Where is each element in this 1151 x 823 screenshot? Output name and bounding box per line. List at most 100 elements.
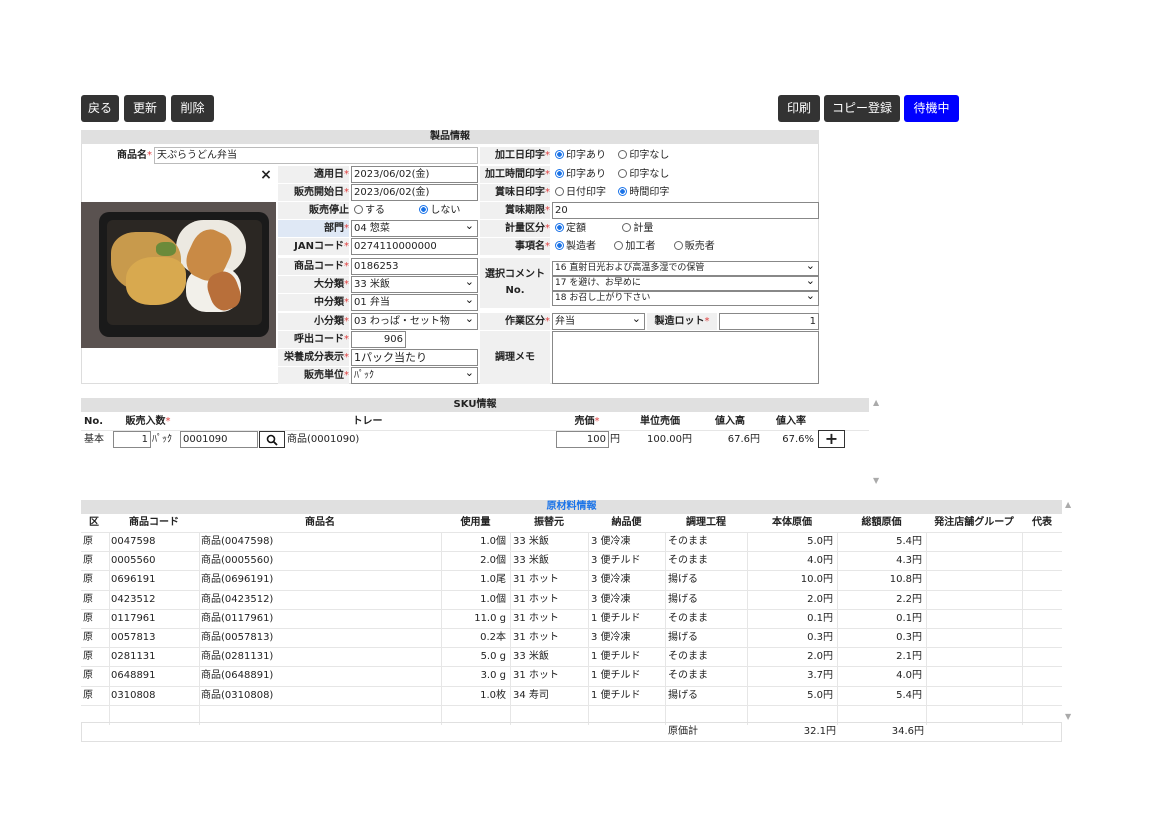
sale-stop-radio-group[interactable]: する しない: [354, 202, 460, 219]
item-maker-label: 製造者: [566, 241, 596, 252]
best-before-time-radio[interactable]: [618, 187, 628, 196]
sku-tray-code-input[interactable]: 0001090: [180, 431, 258, 448]
weigh-type-label: 計量区分*: [480, 220, 550, 237]
sale-stop-no-label: しない: [430, 205, 461, 216]
comment-select-3[interactable]: 18 お召し上がり下さい: [552, 291, 819, 306]
table-cell: 原: [83, 574, 93, 585]
sku-row-no: 基本: [84, 434, 104, 445]
table-cell: 1.0尾: [480, 574, 506, 585]
materials-header-cell: 商品名: [305, 517, 335, 528]
call-code-input[interactable]: 906: [351, 331, 406, 348]
materials-header-cell: 区: [89, 517, 99, 528]
best-before-radio-group[interactable]: 日付印字 時間印字: [555, 184, 669, 201]
proc-date-no-radio[interactable]: [618, 150, 628, 159]
item-name-radio-group[interactable]: 製造者 加工者 販売者: [555, 238, 715, 255]
nutrition-label: 栄養成分表示*: [278, 349, 349, 366]
jan-input[interactable]: 0274110000000: [351, 238, 478, 255]
table-cell: 3 便冷凍: [591, 594, 631, 605]
proc-date-yes-radio[interactable]: [555, 150, 564, 159]
work-type-label: 作業区分*: [480, 313, 550, 330]
product-name-input[interactable]: 天ぷらうどん弁当: [154, 147, 478, 164]
table-cell: 33 米飯: [513, 555, 549, 566]
table-cell: 5.0円: [807, 536, 833, 547]
sku-header-qty: 販売入数*: [125, 416, 171, 427]
sale-start-input[interactable]: 2023/06/02(金): [351, 184, 478, 201]
sku-price-unit: 円: [610, 434, 620, 445]
item-maker-radio[interactable]: [555, 241, 564, 250]
print-button[interactable]: 印刷: [778, 95, 820, 122]
materials-header-cell: 商品コード: [129, 517, 179, 528]
comment-select-2[interactable]: 17 を避け、お早めに: [552, 276, 819, 291]
table-cell: 1.0個: [480, 536, 506, 547]
copy-register-button[interactable]: コピー登録: [824, 95, 900, 122]
cost-base-total: 32.1円: [803, 726, 836, 737]
table-cell: 10.8円: [889, 574, 922, 585]
proc-time-yes-label: 印字あり: [566, 169, 606, 180]
major-class-select[interactable]: 33 米飯: [351, 276, 478, 293]
best-before-label: 賞味日印字*: [480, 184, 550, 201]
sku-tray-name: 商品(0001090): [287, 434, 360, 445]
middle-class-select[interactable]: 01 弁当: [351, 294, 478, 311]
sale-unit-label: 販売単位*: [278, 367, 349, 384]
sku-qty-input[interactable]: 1: [113, 431, 151, 448]
back-button[interactable]: 戻る: [81, 95, 119, 122]
proc-time-no-radio[interactable]: [618, 169, 628, 178]
table-cell: 1.0枚: [480, 690, 506, 701]
nutrition-input[interactable]: 1パック当たり: [351, 349, 478, 366]
cost-gross-total: 34.6円: [891, 726, 924, 737]
shelf-life-input[interactable]: 20: [552, 202, 819, 219]
proc-time-yes-radio[interactable]: [555, 169, 564, 178]
sku-scroll-up-icon[interactable]: ▲: [873, 398, 879, 407]
weigh-measure-radio[interactable]: [622, 223, 632, 232]
weigh-type-radio-group[interactable]: 定額 計量: [555, 220, 653, 237]
table-cell: 商品(0005560): [201, 555, 274, 566]
sku-markup-amt: 67.6円: [727, 434, 760, 445]
table-cell: 4.0円: [896, 670, 922, 681]
materials-scroll-up-icon[interactable]: ▲: [1065, 500, 1071, 509]
materials-header-cell: 使用量: [460, 517, 491, 528]
table-cell: 2.1円: [896, 651, 922, 662]
work-type-select[interactable]: 弁当: [552, 313, 645, 330]
weigh-fixed-radio[interactable]: [555, 223, 564, 232]
delete-button[interactable]: 削除: [171, 95, 214, 122]
add-sku-icon[interactable]: +: [818, 430, 845, 448]
minor-class-select[interactable]: 03 わっぱ・セット物: [351, 313, 478, 330]
lot-input[interactable]: 1: [719, 313, 819, 330]
sku-scroll-down-icon[interactable]: ▼: [873, 476, 879, 485]
table-cell: 原: [83, 632, 93, 643]
item-seller-radio[interactable]: [673, 241, 683, 250]
product-code-input[interactable]: 0186253: [351, 258, 478, 275]
best-before-date-radio[interactable]: [555, 187, 564, 196]
materials-scroll-down-icon[interactable]: ▼: [1065, 712, 1071, 721]
table-cell: 商品(0047598): [201, 536, 274, 547]
proc-date-label: 加工日印字*: [480, 147, 550, 164]
table-cell: 原: [83, 651, 93, 662]
close-icon[interactable]: ×: [258, 167, 274, 184]
sale-unit-select[interactable]: ﾊﾟｯｸ: [351, 367, 478, 384]
item-seller-label: 販売者: [684, 241, 715, 252]
table-cell: 2.2円: [896, 594, 922, 605]
proc-time-radio-group[interactable]: 印字あり 印字なし: [555, 166, 669, 183]
memo-textarea[interactable]: [552, 331, 819, 384]
dept-select[interactable]: 04 惣菜: [351, 220, 478, 237]
table-cell: 5.0円: [807, 690, 833, 701]
table-cell: 5.4円: [896, 536, 922, 547]
update-button[interactable]: 更新: [124, 95, 166, 122]
table-cell: そのまま: [668, 651, 708, 662]
memo-label: 調理メモ: [480, 331, 550, 384]
sale-stop-yes-radio[interactable]: [354, 205, 363, 214]
materials-header-cell: 総額原価: [861, 517, 902, 528]
sku-price-input[interactable]: 100: [556, 431, 609, 448]
proc-date-radio-group[interactable]: 印字あり 印字なし: [555, 147, 669, 164]
search-icon[interactable]: [259, 431, 285, 448]
item-processor-label: 加工者: [625, 241, 656, 252]
apply-date-input[interactable]: 2023/06/02(金): [351, 166, 478, 183]
table-cell: 1 便チルド: [591, 613, 641, 624]
sale-stop-no-radio[interactable]: [419, 205, 429, 214]
comment-select-1[interactable]: 16 直射日光および高温多湿での保管: [552, 261, 819, 276]
table-cell: 0423512: [111, 594, 156, 605]
sku-header-unit-price: 単位売価: [640, 416, 680, 427]
item-processor-radio[interactable]: [614, 241, 624, 250]
middle-class-label: 中分類*: [278, 294, 349, 311]
status-button[interactable]: 待機中: [904, 95, 959, 122]
